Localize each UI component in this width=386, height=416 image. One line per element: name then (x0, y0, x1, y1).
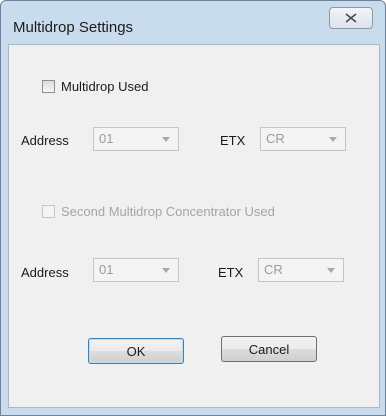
title-bar: Multidrop Settings (1, 1, 385, 41)
address-value-1: 01 (99, 131, 114, 146)
address-label-1: Address (21, 133, 69, 148)
second-concentrator-checkbox[interactable]: Second Multidrop Concentrator Used (42, 204, 275, 219)
address-dropdown-2[interactable]: 01 (93, 258, 179, 282)
address-dropdown-1[interactable]: 01 (93, 127, 179, 151)
multidrop-used-checkbox[interactable]: Multidrop Used (42, 79, 148, 94)
checkbox-box[interactable] (42, 205, 55, 218)
chevron-down-icon (162, 137, 170, 142)
etx-label-1: ETX (220, 133, 246, 148)
chevron-down-icon (162, 268, 170, 273)
dialog-window: Multidrop Settings Multidrop Used Addres… (0, 0, 386, 416)
close-icon (345, 13, 357, 23)
chevron-down-icon (329, 137, 337, 142)
second-concentrator-label: Second Multidrop Concentrator Used (61, 204, 275, 219)
etx-label-2: ETX (218, 265, 244, 280)
etx-dropdown-1[interactable]: CR (260, 127, 346, 151)
etx-dropdown-2[interactable]: CR (258, 258, 344, 282)
close-button[interactable] (329, 7, 373, 29)
address-label-2: Address (21, 265, 69, 280)
ok-button[interactable]: OK (88, 338, 184, 364)
multidrop-used-label: Multidrop Used (61, 79, 149, 94)
etx-value-2: CR (264, 262, 283, 277)
etx-value-1: CR (266, 131, 285, 146)
checkbox-box[interactable] (42, 80, 55, 93)
window-title: Multidrop Settings (13, 19, 134, 36)
cancel-button[interactable]: Cancel (221, 336, 317, 362)
chevron-down-icon (327, 268, 335, 273)
address-value-2: 01 (99, 262, 114, 277)
dialog-body: Multidrop Used Address 01 ETX CR Second … (8, 44, 380, 408)
